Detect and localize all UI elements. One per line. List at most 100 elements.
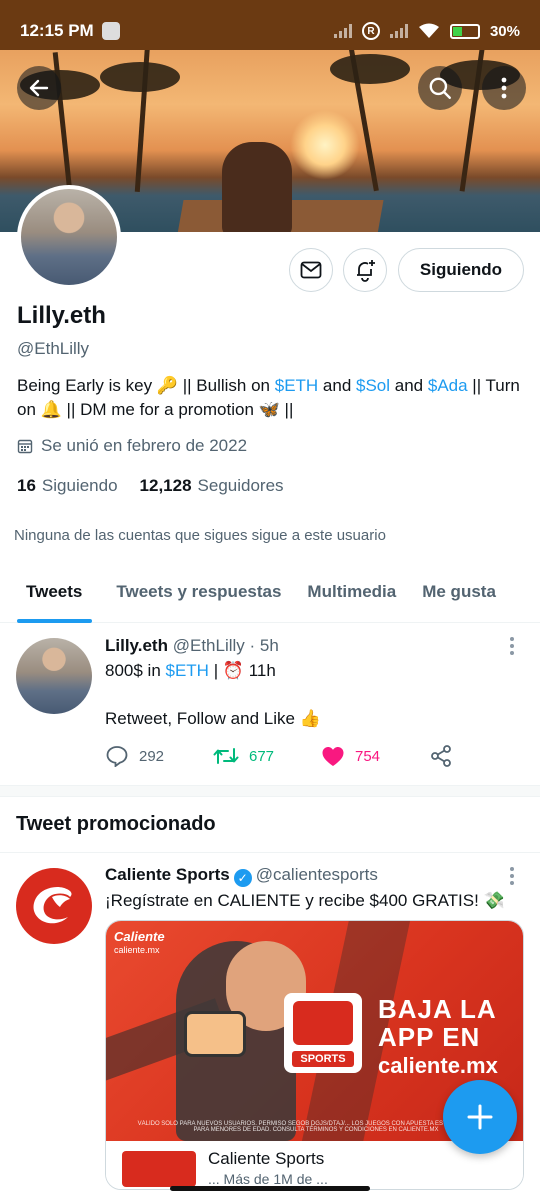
caliente-logo-icon <box>122 1151 196 1187</box>
battery-charging-icon <box>449 23 480 39</box>
followers-label: Seguidores <box>197 476 284 495</box>
cashtag-sol[interactable]: $Sol <box>356 376 390 395</box>
ad-headline-line-2: APP EN <box>378 1022 481 1052</box>
promoted-avatar[interactable] <box>16 868 92 944</box>
status-time: 12:15 PM <box>20 21 94 40</box>
bio-text: || <box>279 400 294 419</box>
ad-brand-sub: caliente.mx <box>114 945 160 955</box>
tweet-text: | <box>208 661 223 680</box>
tweet-text-line-2: Retweet, Follow and Like 👍 <box>105 707 321 731</box>
joined-date: Se unió en febrero de 2022 <box>17 436 247 456</box>
tweet-more-button[interactable] <box>510 637 516 655</box>
cashtag-ada[interactable]: $Ada <box>428 376 468 395</box>
profile-tabs: Tweets Tweets y respuestas Multimedia Me… <box>0 560 540 623</box>
reply-icon <box>106 746 128 767</box>
back-button[interactable] <box>17 66 61 110</box>
palm-fronds <box>100 62 180 92</box>
tweet-avatar[interactable] <box>16 638 92 714</box>
bio-text: || Bullish on <box>178 376 275 395</box>
divider <box>0 852 540 853</box>
banner-sun <box>290 110 360 180</box>
share-action[interactable] <box>429 744 453 768</box>
promoted-author-name[interactable]: Caliente Sports <box>105 865 230 884</box>
promoted-text-body: ¡Regístrate en CALIENTE y recibe $400 GR… <box>105 891 484 910</box>
profile-handle: @EthLilly <box>17 339 90 358</box>
bell-emoji: 🔔 <box>40 400 62 419</box>
tweet-text: 800$ in <box>105 661 166 680</box>
reply-count: 292 <box>139 747 165 765</box>
promoted-more-button[interactable] <box>510 867 516 885</box>
mail-icon <box>300 261 322 279</box>
message-button[interactable] <box>289 248 333 292</box>
ad-brand: Caliente <box>114 929 165 944</box>
follow-counts: 16 Siguiendo 12,128 Seguidores <box>17 476 284 496</box>
tab-tweets-replies[interactable]: Tweets y respuestas <box>103 560 294 623</box>
joined-text: Se unió en febrero de 2022 <box>41 436 248 455</box>
ad-fineprint: VÁLIDO SÓLO PARA NUEVOS USUARIOS. PERMIS… <box>137 1121 495 1133</box>
status-right: R 30% <box>333 22 520 40</box>
ad-logo-label: SPORTS <box>292 1051 354 1067</box>
plus-icon <box>467 1104 493 1130</box>
bio-text: and <box>390 376 428 395</box>
r-badge-icon: R <box>361 22 380 40</box>
money-emoji: 💸 <box>483 891 505 910</box>
following-number: 16 <box>17 476 36 495</box>
section-separator <box>0 785 540 797</box>
signal-icon <box>389 24 408 38</box>
tweet-text-line-1: 800$ in $ETH | ⏰ 11h <box>105 659 276 683</box>
ad-domain: caliente.mx <box>378 1053 498 1078</box>
display-name: Lilly.eth <box>17 302 106 329</box>
signal-icon <box>333 24 352 38</box>
butterfly-emoji: 🦋 <box>258 400 280 419</box>
home-indicator[interactable] <box>170 1186 370 1191</box>
more-options-button[interactable] <box>482 66 526 110</box>
cashtag-eth[interactable]: $ETH <box>166 661 209 680</box>
followers-count[interactable]: 12,128 Seguidores <box>140 476 284 496</box>
key-emoji: 🔑 <box>156 376 179 395</box>
promoted-section-title: Tweet promocionado <box>16 813 216 835</box>
cashtag-eth[interactable]: $ETH <box>275 376 318 395</box>
tab-tweets[interactable]: Tweets <box>0 560 103 623</box>
search-button[interactable] <box>418 66 462 110</box>
calendar-icon <box>17 439 33 454</box>
reply-action[interactable]: 292 <box>105 745 213 767</box>
profile-bio: Being Early is key 🔑 || Bullish on $ETH … <box>17 374 522 422</box>
caliente-logo-icon <box>33 887 72 924</box>
following-label: Siguiendo <box>41 476 118 495</box>
following-count[interactable]: 16 Siguiendo <box>17 476 118 496</box>
banner-person <box>222 142 292 232</box>
alarm-clock-emoji: ⏰ <box>222 661 245 680</box>
caliente-logo-icon <box>293 1001 353 1045</box>
tweet-author-name[interactable]: Lilly.eth <box>105 636 168 655</box>
tweet-text: 11h <box>244 661 276 680</box>
share-icon <box>431 745 451 767</box>
bio-text: || DM me for a promotion <box>61 400 259 419</box>
tweet-handle-time: @EthLilly · 5h <box>172 636 279 655</box>
ad-headline: BAJA LA APP EN <box>378 995 497 1051</box>
followers-number: 12,128 <box>139 476 192 495</box>
promoted-card[interactable]: Caliente caliente.mx SPORTS BAJA LA APP … <box>105 920 524 1190</box>
retweet-icon <box>213 748 239 764</box>
photo-icon <box>101 22 120 40</box>
ad-footer-sub: ... Más de 1M de ... <box>208 1171 328 1187</box>
ad-headline-line-1: BAJA LA <box>378 994 497 1024</box>
no-common-followers: Ninguna de las cuentas que sigues sigue … <box>14 527 386 544</box>
tab-likes[interactable]: Me gusta <box>409 560 509 623</box>
more-vertical-icon <box>501 77 507 99</box>
following-button[interactable]: Siguiendo <box>398 248 524 292</box>
search-icon <box>429 77 451 99</box>
ad-sports-logo: SPORTS <box>284 993 362 1073</box>
bio-text: Being Early is key <box>17 376 157 395</box>
heart-filled-icon <box>322 747 344 766</box>
profile-avatar[interactable] <box>17 185 121 289</box>
promoted-handle: @calientesports <box>255 865 378 884</box>
tab-media[interactable]: Multimedia <box>294 560 409 623</box>
promoted-header: Caliente Sports ✓ @calientesports <box>105 865 378 887</box>
retweet-action[interactable]: 677 <box>213 746 321 766</box>
tweet-header: Lilly.eth @EthLilly · 5h <box>105 636 279 656</box>
compose-tweet-button[interactable] <box>443 1080 517 1154</box>
bio-text: and <box>318 376 357 395</box>
promoted-text: ¡Regístrate en CALIENTE y recibe $400 GR… <box>105 889 505 913</box>
like-action[interactable]: 754 <box>321 745 429 767</box>
notifications-button[interactable] <box>343 248 387 292</box>
